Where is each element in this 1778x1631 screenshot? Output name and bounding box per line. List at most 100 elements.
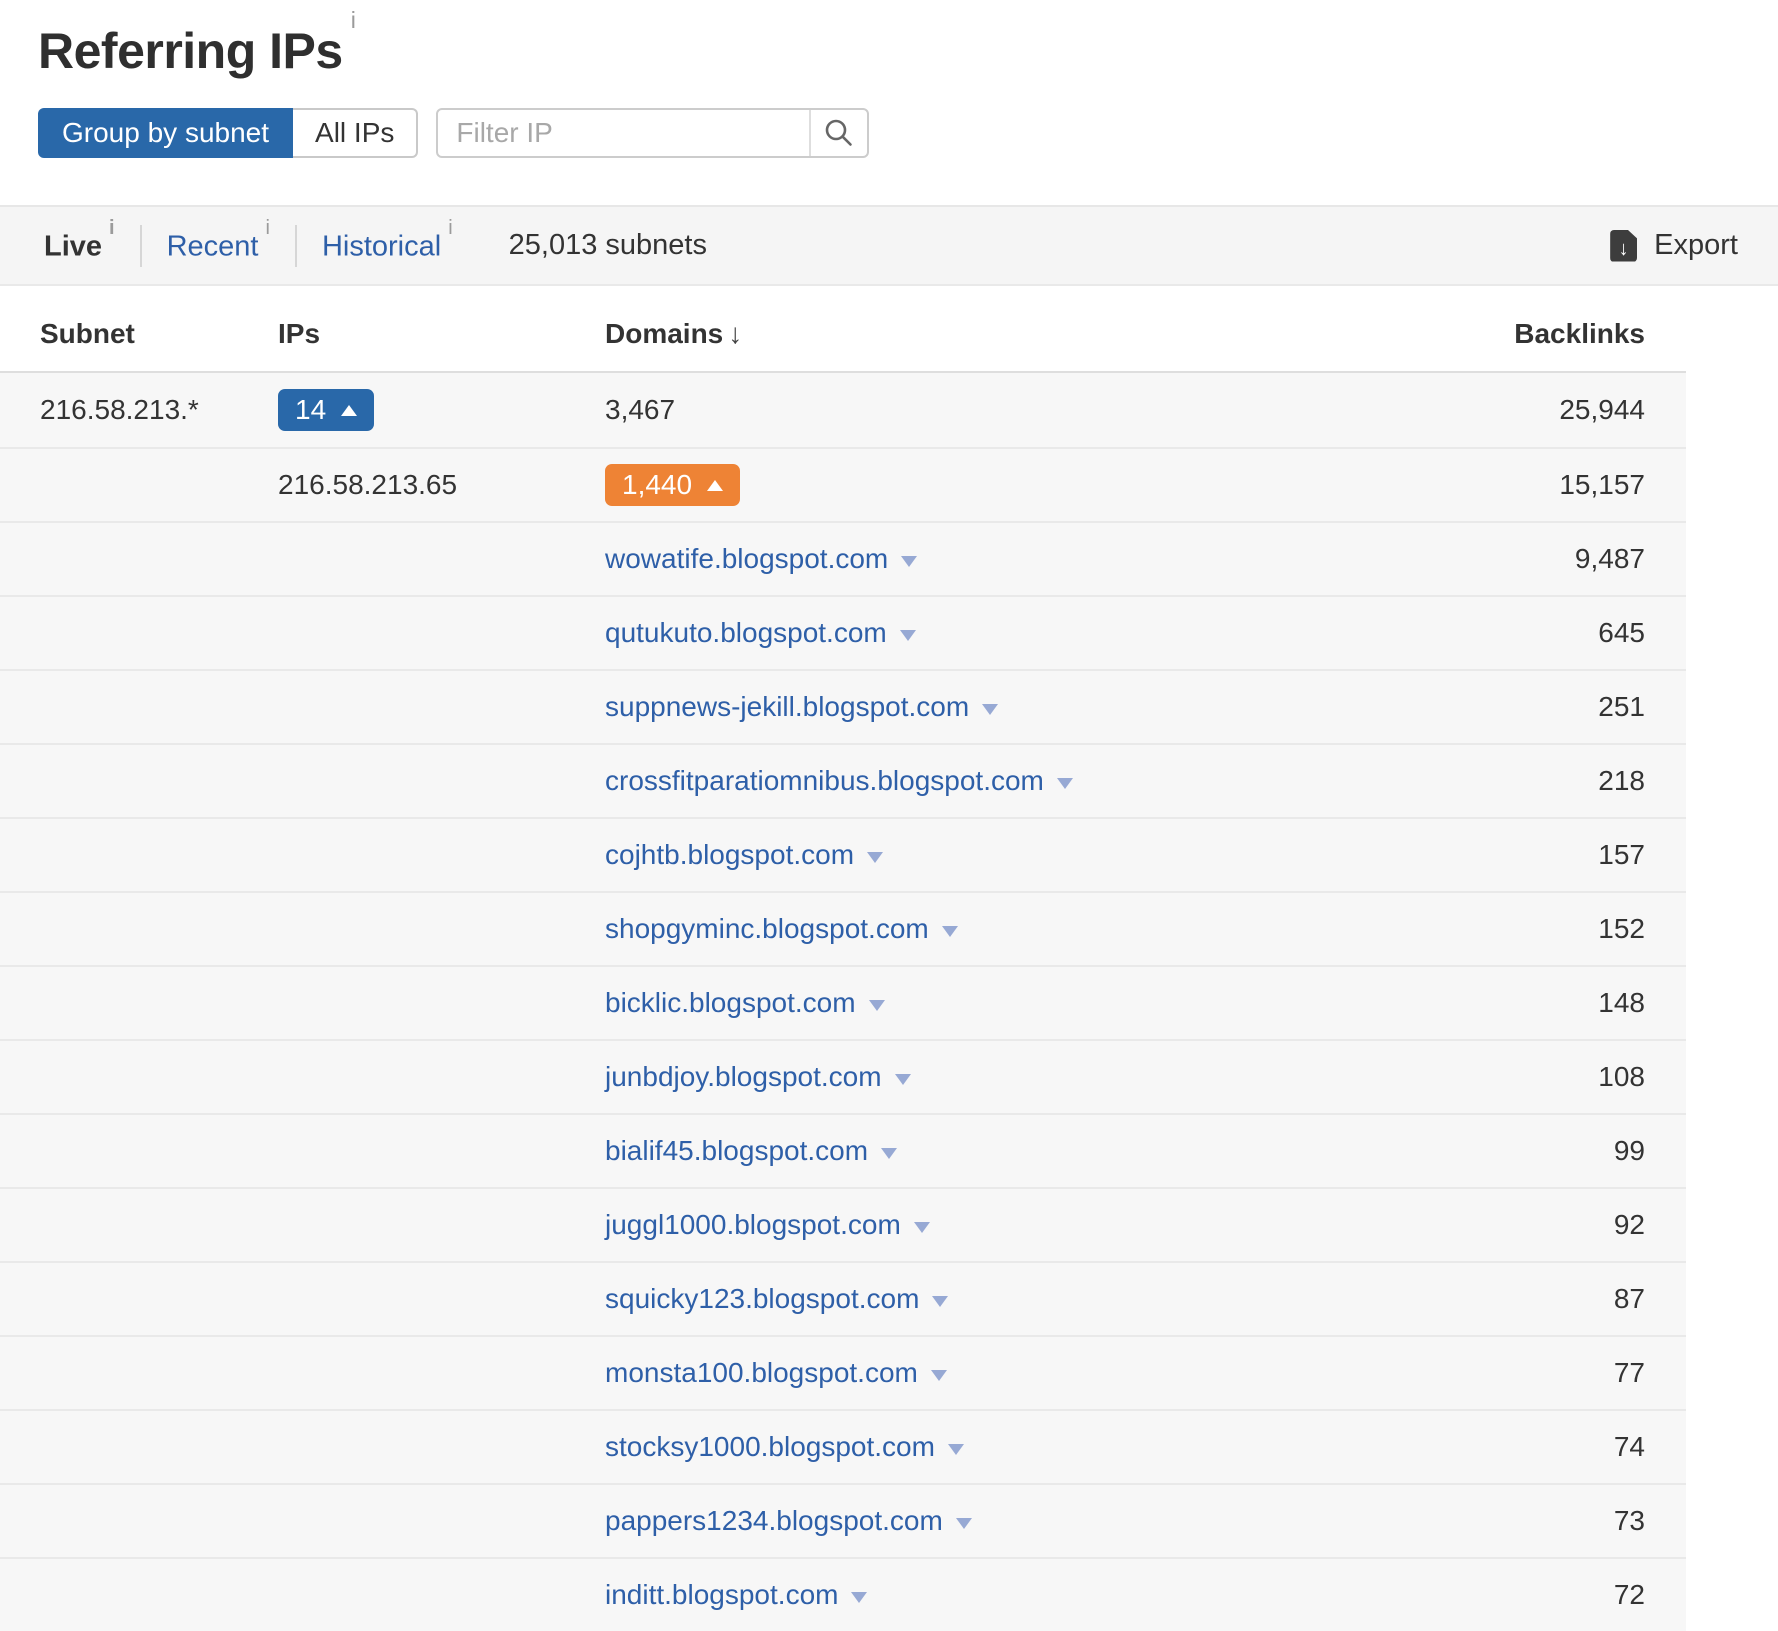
domain-link[interactable]: cojhtb.blogspot.com	[605, 839, 854, 870]
view-tabbar: Livei Recenti Historicali 25,013 subnets…	[0, 205, 1778, 286]
sort-desc-icon: ↓	[728, 318, 742, 349]
backlinks-value: 99	[1614, 1135, 1645, 1167]
ip-value: 216.58.213.65	[278, 469, 457, 501]
export-label: Export	[1654, 229, 1738, 262]
domain-dropdown-caret-icon[interactable]	[881, 1148, 897, 1159]
table-body: 216.58.213.* 14 3,467 25,944 216.58.213.65 1,…	[0, 373, 1686, 1631]
backlinks-value: 108	[1598, 1061, 1645, 1093]
domain-link[interactable]: wowatife.blogspot.com	[605, 543, 888, 574]
domain-link[interactable]: qutukuto.blogspot.com	[605, 617, 887, 648]
backlinks-value: 87	[1614, 1283, 1645, 1315]
domain-link[interactable]: stocksy1000.blogspot.com	[605, 1431, 935, 1462]
column-header-backlinks[interactable]: Backlinks	[1514, 318, 1645, 350]
collapse-arrow-icon	[341, 405, 357, 416]
domain-dropdown-caret-icon[interactable]	[956, 1518, 972, 1529]
domain-dropdown-caret-icon[interactable]	[982, 704, 998, 715]
group-mode-toggle: Group by subnet All IPs	[38, 108, 418, 158]
search-button[interactable]	[809, 110, 867, 156]
domain-row: shopgyminc.blogspot.com 152	[0, 891, 1686, 965]
domain-dropdown-caret-icon[interactable]	[1057, 778, 1073, 789]
column-header-ips[interactable]: IPs	[278, 318, 320, 350]
domain-row: monsta100.blogspot.com77	[0, 1335, 1686, 1409]
historical-info-icon[interactable]: i	[448, 217, 452, 239]
backlinks-value: 645	[1598, 617, 1645, 649]
domain-dropdown-caret-icon[interactable]	[900, 630, 916, 641]
tab-historical[interactable]: Historicali	[322, 228, 453, 264]
domains-count-value: 3,467	[605, 394, 675, 426]
subnet-count: 25,013 subnets	[509, 229, 707, 262]
domain-row: wowatife.blogspot.com 9,487	[0, 521, 1686, 595]
domain-row: juggl1000.blogspot.com 92	[0, 1187, 1686, 1261]
domain-dropdown-caret-icon[interactable]	[914, 1222, 930, 1233]
filter-ip-control	[436, 108, 869, 158]
page-title-text: Referring IPs	[38, 23, 343, 79]
controls-row: Group by subnet All IPs	[38, 108, 869, 158]
domain-link[interactable]: monsta100.blogspot.com	[605, 1357, 918, 1388]
backlinks-value: 15,157	[1559, 469, 1645, 501]
export-button[interactable]: ↓ Export	[1610, 229, 1738, 262]
table-header: Subnet IPs Domains↓ Backlinks	[0, 286, 1686, 373]
backlinks-value: 218	[1598, 765, 1645, 797]
domain-dropdown-caret-icon[interactable]	[901, 556, 917, 567]
domain-row: junbdjoy.blogspot.com 108	[0, 1039, 1686, 1113]
ips-collapse-badge[interactable]: 14	[278, 389, 374, 431]
domain-link[interactable]: juggl1000.blogspot.com	[605, 1209, 901, 1240]
domain-dropdown-caret-icon[interactable]	[932, 1296, 948, 1307]
domain-row: inditt.blogspot.com 72	[0, 1557, 1686, 1631]
page-title: Referring IPsi	[38, 22, 355, 80]
domain-row: bicklic.blogspot.com 148	[0, 965, 1686, 1039]
domain-link[interactable]: bicklic.blogspot.com	[605, 987, 856, 1018]
domain-dropdown-caret-icon[interactable]	[931, 1370, 947, 1381]
domain-row: stocksy1000.blogspot.com 74	[0, 1409, 1686, 1483]
backlinks-value: 9,487	[1575, 543, 1645, 575]
domain-link[interactable]: suppnews-jekill.blogspot.com	[605, 691, 969, 722]
backlinks-value: 72	[1614, 1579, 1645, 1611]
backlinks-value: 148	[1598, 987, 1645, 1019]
backlinks-value: 92	[1614, 1209, 1645, 1241]
column-header-domains[interactable]: Domains↓	[605, 318, 742, 350]
tab-divider	[140, 225, 142, 267]
domain-link[interactable]: inditt.blogspot.com	[605, 1579, 838, 1610]
domain-link[interactable]: pappers1234.blogspot.com	[605, 1505, 943, 1536]
subnet-value: 216.58.213.*	[40, 394, 199, 426]
backlinks-value: 73	[1614, 1505, 1645, 1537]
domain-row: cojhtb.blogspot.com 157	[0, 817, 1686, 891]
tab-divider	[295, 225, 297, 267]
domain-row: qutukuto.blogspot.com 645	[0, 595, 1686, 669]
backlinks-value: 157	[1598, 839, 1645, 871]
all-ips-button[interactable]: All IPs	[293, 108, 418, 158]
domain-row: bialif45.blogspot.com 99	[0, 1113, 1686, 1187]
domain-row: suppnews-jekill.blogspot.com 251	[0, 669, 1686, 743]
title-info-icon[interactable]: i	[351, 7, 356, 33]
backlinks-value: 74	[1614, 1431, 1645, 1463]
filter-ip-input[interactable]	[438, 110, 809, 156]
domain-dropdown-caret-icon[interactable]	[869, 1000, 885, 1011]
domain-dropdown-caret-icon[interactable]	[942, 926, 958, 937]
domain-link[interactable]: squicky123.blogspot.com	[605, 1283, 919, 1314]
domain-link[interactable]: shopgyminc.blogspot.com	[605, 913, 929, 944]
live-info-icon[interactable]: i	[109, 217, 115, 239]
domain-row: crossfitparatiomnibus.blogspot.com 218	[0, 743, 1686, 817]
search-icon	[823, 117, 855, 149]
column-header-subnet[interactable]: Subnet	[40, 318, 135, 350]
backlinks-value: 25,944	[1559, 394, 1645, 426]
domain-row: pappers1234.blogspot.com 73	[0, 1483, 1686, 1557]
subnet-row: 216.58.213.* 14 3,467 25,944	[0, 373, 1686, 447]
domain-dropdown-caret-icon[interactable]	[851, 1592, 867, 1603]
domain-link[interactable]: crossfitparatiomnibus.blogspot.com	[605, 765, 1044, 796]
domain-row: squicky123.blogspot.com 87	[0, 1261, 1686, 1335]
domains-collapse-badge[interactable]: 1,440	[605, 464, 740, 506]
backlinks-value: 152	[1598, 913, 1645, 945]
domain-dropdown-caret-icon[interactable]	[895, 1074, 911, 1085]
collapse-arrow-icon	[707, 480, 723, 491]
tab-live[interactable]: Livei	[44, 228, 115, 264]
domain-dropdown-caret-icon[interactable]	[948, 1444, 964, 1455]
domain-link[interactable]: bialif45.blogspot.com	[605, 1135, 868, 1166]
backlinks-value: 251	[1598, 691, 1645, 723]
recent-info-icon[interactable]: i	[265, 217, 269, 239]
domain-dropdown-caret-icon[interactable]	[867, 852, 883, 863]
export-icon: ↓	[1610, 230, 1637, 262]
tab-recent[interactable]: Recenti	[167, 228, 270, 264]
domain-link[interactable]: junbdjoy.blogspot.com	[605, 1061, 882, 1092]
group-by-subnet-button[interactable]: Group by subnet	[38, 108, 293, 158]
